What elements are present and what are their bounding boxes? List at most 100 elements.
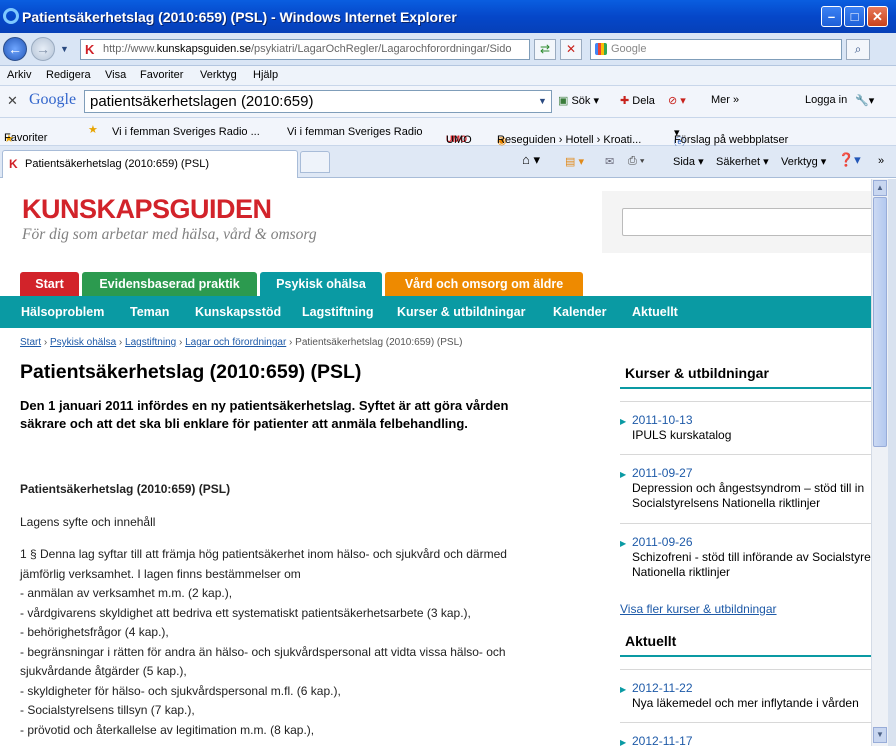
tab-start[interactable]: Start (20, 272, 79, 296)
back-button[interactable]: ← (3, 37, 27, 61)
favorite-link-1[interactable]: Vi i femman Sveriges Radio ... (112, 126, 260, 138)
address-toolbar: ← → ▼ Khttp://www.kunskapsguiden.se/psyk… (0, 33, 896, 66)
more-button[interactable]: Mer » (711, 94, 739, 106)
vertical-scrollbar[interactable]: ▲ ▼ (871, 179, 888, 746)
popup-blocker-icon[interactable]: ⊘ ▾ (668, 94, 686, 107)
google-logo: Google (29, 91, 77, 108)
nav-teman[interactable]: Teman (130, 305, 169, 319)
google-toolbar: ✕ Google patientsäkerhetslagen (2010:659… (0, 86, 896, 118)
nav-halsoproblem[interactable]: Hälsoproblem (21, 305, 104, 319)
article-subtitle: Patientsäkerhetslag (2010:659) (PSL) (20, 482, 231, 496)
article-line: - vårdgivarens skyldighet att bedriva et… (20, 606, 471, 620)
print-icon[interactable]: ⎙ ▾ (628, 155, 644, 168)
news-item[interactable]: ▶ 2012-11-17 (620, 722, 871, 746)
help-icon[interactable]: ❓▾ (838, 152, 861, 168)
google-search-input[interactable]: patientsäkerhetslagen (2010:659) (84, 90, 552, 113)
mail-icon[interactable]: ✉ (605, 155, 614, 168)
nav-kunskapsstod[interactable]: Kunskapsstöd (195, 305, 281, 319)
menu-verktyg[interactable]: Verktyg (200, 69, 237, 81)
minimize-button[interactable]: – (821, 6, 842, 27)
history-dropdown-icon[interactable]: ▼ (60, 44, 69, 54)
menu-hjalp[interactable]: Hjälp (253, 69, 278, 81)
course-date: 2011-10-13 (632, 413, 693, 427)
tab-vard-och-omsorg[interactable]: Vård och omsorg om äldre (385, 272, 583, 296)
share-icon: ✚ (620, 95, 630, 107)
article-line: - prövotid och återkallelse av legitimat… (20, 723, 315, 737)
google-search-button[interactable]: ▣ Sök ▾ (558, 94, 599, 107)
course-item[interactable]: ▶ 2011-09-27 Depression och ångestsyndro… (620, 454, 871, 520)
menu-visa[interactable]: Visa (105, 69, 126, 81)
page-viewport: KUNSKAPSGUIDEN För dig som arbetar med h… (0, 179, 871, 746)
tab-title: Patientsäkerhetslag (2010:659) (PSL) (25, 158, 210, 170)
share-label: Dela (632, 95, 655, 107)
search-placeholder: Google (611, 43, 647, 55)
forward-button[interactable]: → (31, 37, 55, 61)
home-icon[interactable]: ⌂ ▾ (522, 152, 540, 168)
close-button[interactable]: ✕ (867, 6, 888, 27)
breadcrumb-lagar[interactable]: Lagar och förordningar (185, 337, 286, 348)
scroll-up-icon[interactable]: ▲ (873, 180, 887, 196)
breadcrumb-lagstiftning[interactable]: Lagstiftning (125, 337, 176, 348)
arrow-icon: ▶ (620, 738, 627, 746)
scrollbar-thumb[interactable] (873, 197, 887, 447)
tab-evidensbaserad-praktik[interactable]: Evidensbaserad praktik (82, 272, 257, 296)
add-favorite-icon[interactable]: ★ (88, 123, 98, 136)
course-title: IPULS kurskatalog (632, 428, 732, 442)
search-box[interactable]: Google (590, 39, 842, 60)
menu-arkiv[interactable]: Arkiv (7, 69, 31, 81)
article-line: jämförlig verksamhet. I lagen finns best… (20, 567, 301, 581)
scroll-down-icon[interactable]: ▼ (873, 727, 887, 743)
google-icon (595, 43, 607, 55)
refresh-icon[interactable]: ⇄ (534, 39, 556, 60)
more-label: Mer (711, 94, 730, 106)
site-logo[interactable]: KUNSKAPSGUIDEN (22, 194, 272, 225)
menu-favoriter[interactable]: Favoriter (140, 69, 183, 81)
article-line: - skyldigheter för hälso- och sjukvårdsp… (20, 684, 341, 698)
page-menu[interactable]: Sida ▾ (673, 155, 704, 168)
more-courses-link[interactable]: Visa fler kurser & utbildningar (620, 602, 777, 616)
maximize-button[interactable]: □ (844, 6, 865, 27)
tab-psykisk-ohalsa[interactable]: Psykisk ohälsa (260, 272, 382, 297)
menu-bar: Arkiv Redigera Visa Favoriter Verktyg Hj… (0, 66, 896, 86)
favorite-label: UMO (446, 134, 472, 146)
breadcrumb-start[interactable]: Start (20, 337, 41, 348)
nav-lagstiftning[interactable]: Lagstiftning (302, 305, 374, 319)
arrow-icon: ▶ (620, 685, 627, 694)
share-button[interactable]: ✚ Dela (620, 94, 655, 107)
news-item[interactable]: ▶ 2012-11-22 Nya läkemedel och mer infly… (620, 669, 871, 717)
new-tab-button[interactable] (300, 151, 330, 173)
nav-kurser[interactable]: Kurser & utbildningar (397, 305, 525, 319)
feeds-icon[interactable]: ▤ ▾ (565, 155, 584, 168)
favorite-link-2[interactable]: Vi i femman Sveriges Radio (287, 126, 423, 138)
breadcrumb-psykisk-ohalsa[interactable]: Psykisk ohälsa (50, 337, 116, 348)
overflow-icon[interactable]: » (878, 155, 884, 167)
arrow-icon: ▶ (620, 417, 627, 426)
article-line: - begränsningar i rätten för andra än hä… (20, 645, 506, 659)
nav-aktuellt[interactable]: Aktuellt (632, 305, 678, 319)
tools-menu[interactable]: Verktyg ▾ (781, 155, 826, 168)
wrench-icon[interactable]: 🔧▾ (855, 94, 874, 107)
chevron-down-icon[interactable]: ▼ (538, 96, 547, 106)
course-title: Nationella riktlinjer (632, 565, 731, 579)
course-item[interactable]: ▶ 2011-09-26 Schizofreni - stöd till inf… (620, 523, 871, 589)
menu-redigera[interactable]: Redigera (46, 69, 91, 81)
login-button[interactable]: Logga in (805, 94, 847, 106)
suggested-sites-link[interactable]: ⓔ Förslag på webbplatser ▾ (674, 126, 788, 149)
stop-icon[interactable]: ✕ (560, 39, 582, 60)
close-toolbar-icon[interactable]: ✕ (7, 93, 18, 109)
news-heading: Aktuellt (620, 633, 871, 657)
safety-menu-label: Säkerhet (716, 156, 761, 168)
site-search-input[interactable] (622, 208, 871, 236)
course-title: Schizofreni - stöd till införande av Soc… (632, 550, 871, 564)
safety-menu[interactable]: Säkerhet ▾ (716, 155, 769, 168)
nav-kalender[interactable]: Kalender (553, 305, 607, 319)
course-title: Socialstyrelsens Nationella riktlinjer (632, 496, 821, 510)
course-item[interactable]: ▶ 2011-10-13 IPULS kurskatalog (620, 401, 871, 449)
search-icon: ▣ (558, 95, 569, 107)
search-magnifier-icon[interactable]: ⌕ (846, 39, 870, 60)
active-tab[interactable]: K Patientsäkerhetslag (2010:659) (PSL) (2, 150, 298, 178)
address-input[interactable]: Khttp://www.kunskapsguiden.se/psykiatri/… (80, 39, 530, 60)
course-date: 2011-09-26 (632, 535, 693, 549)
site-search-panel (602, 191, 871, 253)
courses-heading: Kurser & utbildningar (620, 365, 871, 389)
